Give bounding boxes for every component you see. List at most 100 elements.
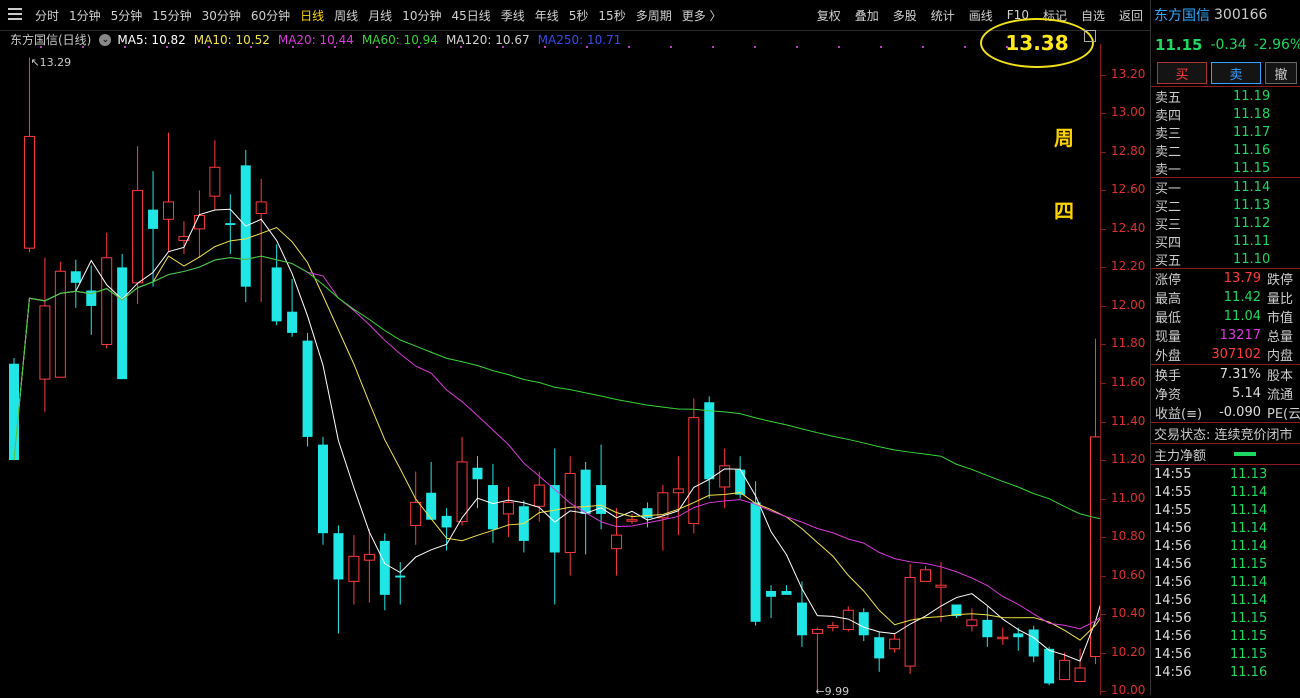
price-tick-mark [1101,498,1106,500]
marker-dot [796,46,798,48]
period-toolbar: 分时 1分钟 5分钟 15分钟 30分钟 60分钟 日线 周线 月线 10分钟 45日线 季线 年线 5秒… [0,0,1150,31]
tick-price: 11.14 [1230,574,1268,590]
period-tab[interactable]: 5分钟 [106,7,148,24]
stat-label-secondary: 跌停 [1267,273,1294,288]
candle-body-up [410,501,422,527]
candle-body-down [9,363,19,461]
buy-button[interactable]: 买 [1157,62,1207,84]
price-tick-mark [1101,691,1106,693]
marker-dot [40,46,42,48]
period-tab[interactable]: 更多 〉 [677,7,727,24]
stat-row: 净资 5.14 流通 [1151,384,1300,403]
price-tick-mark [1101,652,1106,654]
period-tab[interactable]: 10分钟 [397,7,446,24]
period-tab[interactable]: 多周期 [631,7,677,24]
kline-chart[interactable] [0,44,1100,695]
period-tab[interactable]: 60分钟 [246,7,295,24]
candle-body-down [287,311,298,333]
book-price: 11.19 [1233,88,1271,104]
candle-body-down [1028,629,1039,657]
period-tab[interactable]: 1分钟 [64,7,106,24]
period-tab[interactable]: 15秒 [593,7,630,24]
book-price: 11.11 [1233,233,1271,249]
book-row[interactable]: 卖二 11.16 [1151,141,1300,160]
book-price: 11.12 [1233,215,1271,231]
book-price: 11.17 [1233,124,1271,140]
stat-value: 307102 [1211,347,1261,362]
price-tick-label: 13.00 [1111,105,1146,120]
book-row[interactable]: 卖五 11.19 [1151,87,1300,106]
stat-label-secondary: 股本 [1267,369,1294,384]
tick-row: 14:56 11.15 [1151,555,1300,573]
tick-price: 11.15 [1230,628,1268,644]
tick-list[interactable]: 14:55 11.13 14:55 11.14 14:55 11.14 14:56 11.14… [1151,464,1300,681]
period-tab[interactable]: 30分钟 [197,7,246,24]
toolbar-action[interactable]: 多股 [886,7,924,24]
candle-body-up [626,519,638,522]
candle-body-down [225,223,236,226]
book-row[interactable]: 买二 11.13 [1151,196,1300,215]
book-price: 11.18 [1233,106,1271,122]
toolbar-action[interactable]: 返回 [1112,7,1150,24]
marker-dot [334,46,336,48]
candle-body-down [333,533,344,580]
period-tab[interactable]: 15分钟 [147,7,196,24]
candle-body-down [271,267,282,322]
marker-dot [460,46,462,48]
period-tab[interactable]: 5秒 [564,7,594,24]
period-tab[interactable]: 月线 [363,7,397,24]
panel-toggle-icon[interactable] [1084,30,1096,42]
marker-dot [754,46,756,48]
marker-dot [250,46,252,48]
price-tick-label: 11.00 [1111,490,1146,505]
candle-body-up [811,629,823,634]
candle-body-up [23,135,35,249]
period-tab[interactable]: 季线 [496,7,530,24]
book-row[interactable]: 卖三 11.17 [1151,123,1300,142]
menu-icon[interactable] [8,8,22,20]
book-row[interactable]: 买三 11.12 [1151,214,1300,233]
tick-price: 11.13 [1230,466,1268,482]
tick-row: 14:56 11.14 [1151,537,1300,555]
candle-body-up [889,638,901,650]
stock-header[interactable]: 东方国信 300166 [1151,0,1300,30]
price-tick-label: 12.80 [1111,143,1146,158]
toolbar-action[interactable]: 画线 [962,7,1000,24]
book-row[interactable]: 买五 11.10 [1151,250,1300,269]
candle-body-up [348,555,360,582]
cancel-order-button[interactable]: 撤 [1265,62,1297,84]
period-tab[interactable]: 周线 [329,7,363,24]
candle-body-up [209,166,221,197]
book-row[interactable]: 买四 11.11 [1151,232,1300,251]
book-level-label: 卖二 [1155,144,1182,160]
candle-body-up [920,569,932,582]
stat-row: 最高 11.42 量比 [1151,288,1300,307]
period-tab[interactable]: 45日线 [446,7,495,24]
candle-body-down [874,637,885,659]
book-row[interactable]: 买一 11.14 [1151,178,1300,197]
period-tab[interactable]: 年线 [530,7,564,24]
price-tick-label: 10.00 [1111,683,1146,698]
toolbar-action[interactable]: 自选 [1074,7,1112,24]
ma5-line [13,208,1100,662]
tick-time: 14:56 [1154,574,1192,590]
tick-time: 14:55 [1154,502,1192,518]
period-tab[interactable]: 分时 [30,7,64,24]
sell-button[interactable]: 卖 [1211,62,1261,84]
stat-value: 7.31% [1219,367,1261,382]
tick-time: 14:56 [1154,556,1192,572]
stat-value: 11.42 [1223,290,1261,305]
trade-status: 交易状态: 连续竞价闭市 [1151,422,1300,443]
high-price-label: ↖13.29 [30,56,72,70]
price-tick-label: 12.00 [1111,297,1146,312]
toolbar-action[interactable]: 复权 [810,7,848,24]
book-row[interactable]: 卖一 11.15 [1151,159,1300,178]
stat-row: 换手 7.31% 股本 [1151,365,1300,384]
book-row[interactable]: 卖四 11.18 [1151,105,1300,124]
toolbar-action[interactable]: 叠加 [848,7,886,24]
candle-body-up [842,609,854,631]
candle-body-up [935,584,947,588]
toolbar-action[interactable]: 统计 [924,7,962,24]
bid-book: 买一 11.14 买二 11.13 买三 11.12 买四 11.11 买五 11.10 [1151,177,1300,269]
period-tab[interactable]: 日线 [295,7,329,24]
